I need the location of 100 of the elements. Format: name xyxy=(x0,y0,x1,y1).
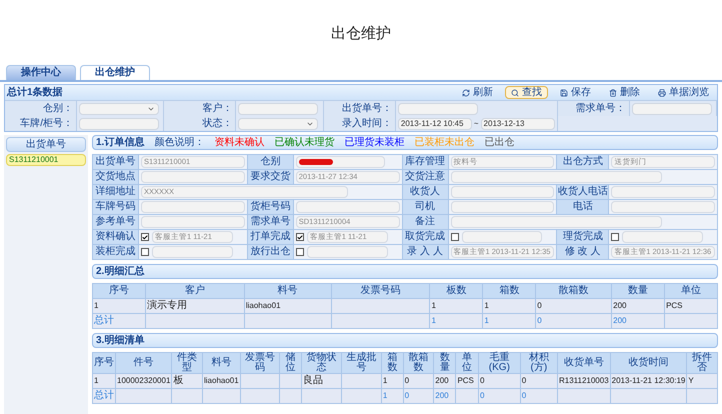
field-label: 需求单号 xyxy=(248,215,294,230)
column-header: 序号 xyxy=(92,352,116,374)
input-field[interactable] xyxy=(141,171,245,183)
input-field[interactable] xyxy=(152,246,233,258)
column-header: 客户 xyxy=(145,284,244,298)
input-field[interactable] xyxy=(306,246,388,258)
input-field[interactable] xyxy=(632,102,712,114)
field-label: 资料确认 xyxy=(93,230,139,245)
field-label: 录 入 人 xyxy=(402,245,448,260)
table-cell: PCS xyxy=(664,298,718,314)
save-icon xyxy=(560,88,568,96)
section-title: 2.明细汇总 xyxy=(96,266,144,276)
input-field[interactable] xyxy=(79,118,159,130)
column-header: 收货时间 xyxy=(610,352,687,374)
input-field[interactable] xyxy=(141,216,245,228)
table-cell: 0 xyxy=(403,388,434,404)
select-field[interactable] xyxy=(238,118,318,130)
field-label: 收货人 xyxy=(402,185,448,200)
input-field[interactable] xyxy=(296,156,385,168)
search-icon xyxy=(511,88,519,96)
table-cell: 总计 xyxy=(92,388,116,404)
input-field[interactable] xyxy=(462,231,542,243)
field-label: 收货人电话 xyxy=(557,185,610,200)
column-header: 毛重(KG) xyxy=(478,352,520,374)
printer-icon xyxy=(658,88,666,96)
page-title: 出仓维护 xyxy=(331,24,391,44)
input-field[interactable] xyxy=(450,186,554,198)
column-header: 散箱数 xyxy=(403,352,434,374)
table-cell: 200 xyxy=(612,298,665,314)
toolbar-button[interactable]: 查找 xyxy=(505,86,548,99)
field-label: 参考单号 xyxy=(93,215,139,230)
table-cell: R1311210003 xyxy=(557,374,610,388)
field-label: 交货注意 xyxy=(402,170,448,185)
table-cell: 0 xyxy=(478,388,520,404)
input-field[interactable] xyxy=(611,186,715,198)
field-label: 装柜完成 xyxy=(93,245,139,260)
table-cell: 200 xyxy=(434,374,456,388)
table-cell: 200 xyxy=(434,388,456,404)
select-field[interactable] xyxy=(79,102,159,114)
section-title: 3.明细清单 xyxy=(96,336,144,346)
column-header: 数量 xyxy=(612,284,665,298)
checkbox[interactable] xyxy=(141,248,149,256)
table-cell: 1 xyxy=(482,298,536,314)
table-cell: 0 xyxy=(536,298,612,314)
field-label: 司机 xyxy=(402,200,448,215)
table-cell: 总计 xyxy=(92,314,146,328)
checkbox[interactable] xyxy=(450,233,458,241)
toolbar-button[interactable]: 单据浏览 xyxy=(652,86,715,99)
field-label: 交货地点 xyxy=(93,170,139,185)
list-header: 出货单号 xyxy=(6,137,86,152)
field-label: 车牌/柜号： xyxy=(5,116,77,131)
field-label: 放行出仓 xyxy=(248,245,294,260)
field-label: 客户： xyxy=(164,101,236,116)
input-field[interactable] xyxy=(238,102,318,114)
table-cell: 0 xyxy=(520,374,558,388)
checkbox[interactable] xyxy=(611,233,620,241)
field-label: 详细地址 xyxy=(93,185,139,200)
input-field[interactable] xyxy=(296,201,400,213)
field-label: 库存管理 xyxy=(402,155,448,170)
section-title: 1.订单信息 xyxy=(96,138,144,148)
legend-item: 资料未确认 xyxy=(214,138,264,148)
table-cell: 1 xyxy=(381,374,404,388)
input-field[interactable] xyxy=(611,201,715,213)
table-cell: 演示专用 xyxy=(145,298,244,314)
field-label: 货柜号码 xyxy=(248,200,294,215)
table-cell: Y xyxy=(686,374,718,388)
list-item[interactable]: S1311210001 xyxy=(6,154,86,166)
input-field[interactable] xyxy=(450,201,554,213)
input-field[interactable]: 2013-11-12 10:45 xyxy=(398,118,472,130)
table-cell: 1 xyxy=(430,314,483,328)
checkbox[interactable] xyxy=(296,233,304,241)
table-cell: PCS xyxy=(456,374,478,388)
table-cell: 0 xyxy=(536,314,612,328)
column-header: 拆件否 xyxy=(686,352,718,374)
column-header: 发票号码 xyxy=(331,284,430,298)
toolbar-button[interactable]: 刷新 xyxy=(456,86,499,99)
redaction-mark xyxy=(298,159,333,165)
input-field[interactable] xyxy=(450,216,662,228)
field-label: 录入时间： xyxy=(324,116,396,131)
column-header: 件号 xyxy=(116,352,172,374)
checkbox[interactable] xyxy=(296,248,304,256)
toolbar-button[interactable]: 删除 xyxy=(603,86,646,99)
column-header: 储位 xyxy=(280,352,302,374)
input-field[interactable] xyxy=(450,171,662,183)
table-cell: 200 xyxy=(612,314,665,328)
check-icon xyxy=(142,234,148,240)
input-field[interactable] xyxy=(622,231,704,243)
input-field[interactable] xyxy=(398,102,478,114)
input-field[interactable] xyxy=(141,201,245,213)
field-label: 取货完成 xyxy=(402,230,448,245)
checkbox[interactable] xyxy=(141,233,149,241)
tab[interactable]: 操作中心 xyxy=(6,65,76,80)
column-header: 箱数 xyxy=(381,352,404,374)
toolbar-button[interactable]: 保存 xyxy=(554,86,597,99)
table-cell: 0 xyxy=(478,374,520,388)
column-header: 料号 xyxy=(202,352,240,374)
table-cell: 板 xyxy=(172,374,202,388)
field-label: 修 改 人 xyxy=(557,245,610,260)
tab[interactable]: 出仓维护 xyxy=(80,65,150,80)
input-field[interactable]: 2013-12-13 xyxy=(480,118,555,130)
